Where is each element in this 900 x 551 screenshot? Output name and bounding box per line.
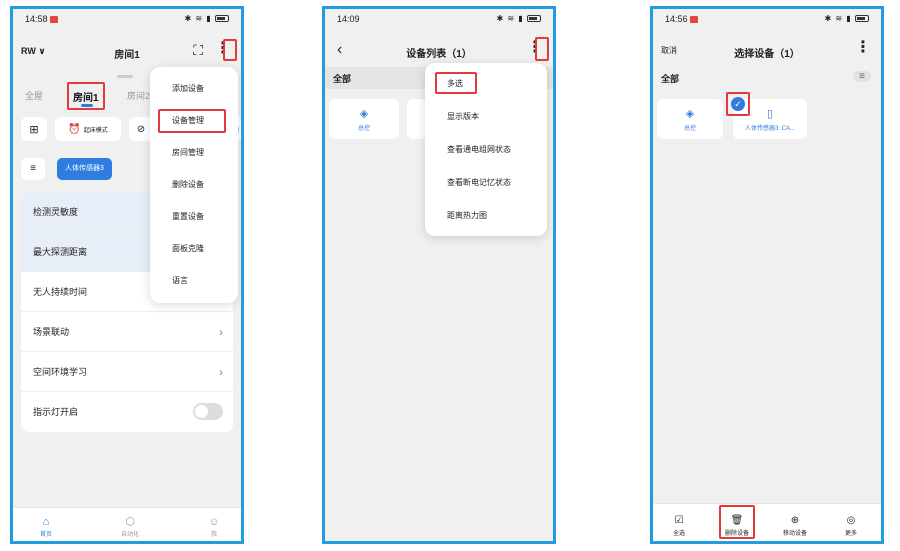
filter-icon[interactable]: ≡ <box>21 158 45 180</box>
overflow-menu: 添加设备 设备管理 房间管理 删除设备 重置设备 面板克隆 语言 <box>150 67 238 303</box>
device-name: 人体传感器3: CA... <box>744 126 795 132</box>
row-label: 检测灵敏度 <box>33 207 79 217</box>
header: 取消 选择设备（1） ⋮ <box>653 33 881 69</box>
select-all-button[interactable]: ☑ 全选 <box>657 514 701 537</box>
highlight-box <box>67 82 105 110</box>
checkbox-icon: ☑ <box>674 515 684 526</box>
status-icons: ✱ ≋ ▮ <box>825 14 869 23</box>
phone-screen-device-list: 14:09 ✱ ≋ ▮ ‹ 设备列表（1） ⋮ 全部 ≡ ◈ 总控 多选 显示版… <box>322 6 556 544</box>
layers-icon: ◎ <box>846 515 856 526</box>
nav-home[interactable]: ⌂ 首页 <box>21 515 71 538</box>
device-card-partial[interactable] <box>407 99 427 139</box>
filter-bar: 全部 ≡ <box>653 67 881 89</box>
menu-room-management[interactable]: 房间管理 <box>150 137 238 169</box>
status-icons: ✱ ≋ ▮ <box>497 14 541 23</box>
alarm-icon: ⏰ <box>68 123 81 135</box>
more-button[interactable]: ◎ 更多 <box>829 514 873 537</box>
phone-screen-select-device: 14:56 ✱ ≋ ▮ 取消 选择设备（1） ⋮ 全部 ≡ ◈ 总控 ▯ 人体传… <box>650 6 884 544</box>
status-icons: ✱ ≋ ▮ <box>185 14 229 23</box>
highlight-box <box>535 37 549 61</box>
bottom-nav: ⌂ 首页 ⬡ 自动化 ☺ 我 <box>13 507 241 541</box>
menu-distance-heatmap[interactable]: 距离热力图 <box>425 199 547 232</box>
menu-power-network-status[interactable]: 查看通电组网状态 <box>425 133 547 166</box>
highlight-box <box>726 92 750 116</box>
nav-label: 首页 <box>39 532 52 538</box>
row-label: 无人持续时间 <box>33 287 88 297</box>
highlight-box <box>719 505 755 539</box>
nav-label: 我 <box>210 532 217 538</box>
page-title: 选择设备（1） <box>734 49 800 60</box>
row-label: 指示灯开启 <box>33 407 79 417</box>
status-time: 14:56 <box>665 14 698 24</box>
scan-icon[interactable]: ⛶ <box>193 42 203 59</box>
menu-device-management[interactable]: 设备管理 <box>150 105 238 137</box>
nav-automation[interactable]: ⬡ 自动化 <box>105 515 155 538</box>
device-card-master[interactable]: ◈ 总控 <box>329 99 399 139</box>
device-chip[interactable]: 人体传感器3 <box>57 158 112 180</box>
status-bar: 14:56 ✱ ≋ ▮ <box>653 9 881 29</box>
menu-language[interactable]: 语言 <box>150 265 238 297</box>
device-name: 总控 <box>683 126 696 132</box>
list-view-icon[interactable]: ≡ <box>853 71 871 82</box>
device-card-master[interactable]: ◈ 总控 <box>657 99 723 139</box>
master-control-icon: ◈ <box>685 108 695 120</box>
menu-power-off-memory[interactable]: 查看断电记忆状态 <box>425 166 547 199</box>
highlight-box <box>223 39 237 61</box>
tab-whole-house[interactable]: 全屋 <box>25 89 43 102</box>
drag-handle[interactable] <box>117 75 133 78</box>
mode-label: 起床模式 <box>83 127 108 134</box>
highlight-box <box>435 72 477 94</box>
phone-screen-home: 14:58 ✱ ≋ ▮ RW ∨ 房间1 ⛶ ⋮ 全屋 房间1 房间2 ⊞ ⏰ 起… <box>10 6 244 544</box>
device-name: 总控 <box>357 126 370 132</box>
status-bar: 14:09 ✱ ≋ ▮ <box>325 9 553 29</box>
move-icon: ⊕ <box>790 515 800 526</box>
home-icon: ⌂ <box>42 516 50 528</box>
chevron-right-icon: › <box>219 365 223 379</box>
tab-room2[interactable]: 房间2 <box>127 89 150 102</box>
menu-delete-device[interactable]: 删除设备 <box>150 169 238 201</box>
more-icon[interactable]: ⋮ <box>855 40 871 56</box>
user-icon: ☺ <box>208 516 220 528</box>
action-label: 移动设备 <box>782 531 807 537</box>
status-bar: 14:58 ✱ ≋ ▮ <box>13 9 241 29</box>
menu-add-device[interactable]: 添加设备 <box>150 73 238 105</box>
status-time: 14:58 <box>25 14 58 24</box>
menu-panel-clone[interactable]: 面板克隆 <box>150 233 238 265</box>
automation-icon: ⬡ <box>125 516 135 528</box>
row-label: 空间环境学习 <box>33 367 88 377</box>
menu-show-version[interactable]: 显示版本 <box>425 100 547 133</box>
home-header: RW ∨ 房间1 ⛶ ⋮ <box>13 33 241 69</box>
mode-wakeup[interactable]: ⏰ 起床模式 <box>55 117 121 141</box>
status-time: 14:09 <box>337 14 360 24</box>
page-title: 房间1 <box>114 50 140 61</box>
menu-multi-select[interactable]: 多选 <box>425 67 547 100</box>
filter-all[interactable]: 全部 <box>661 72 679 85</box>
row-space-learning[interactable]: 空间环境学习 › <box>21 352 233 392</box>
grid-icon[interactable]: ⊞ <box>21 117 47 141</box>
row-label: 最大探测距离 <box>33 247 88 257</box>
indicator-toggle[interactable] <box>193 403 223 420</box>
row-label: 场景联动 <box>33 327 70 337</box>
chevron-right-icon: › <box>219 325 223 339</box>
bottom-action-bar: ☑ 全选 🗑 删除设备 ⊕ 移动设备 ◎ 更多 <box>653 503 881 541</box>
nav-label: 自动化 <box>120 532 139 538</box>
highlight-box <box>158 109 226 133</box>
move-device-button[interactable]: ⊕ 移动设备 <box>773 514 817 537</box>
nav-me[interactable]: ☺ 我 <box>189 515 239 538</box>
overflow-menu: 多选 显示版本 查看通电组网状态 查看断电记忆状态 距离热力图 <box>425 63 547 236</box>
action-label: 全选 <box>672 531 685 537</box>
row-indicator-light: 指示灯开启 <box>21 392 233 432</box>
menu-reset-device[interactable]: 重置设备 <box>150 201 238 233</box>
action-label: 更多 <box>844 531 857 537</box>
master-control-icon: ◈ <box>359 108 369 120</box>
row-scene-link[interactable]: 场景联动 › <box>21 312 233 352</box>
page-title: 设备列表（1） <box>406 49 472 60</box>
filter-all[interactable]: 全部 <box>333 72 351 85</box>
